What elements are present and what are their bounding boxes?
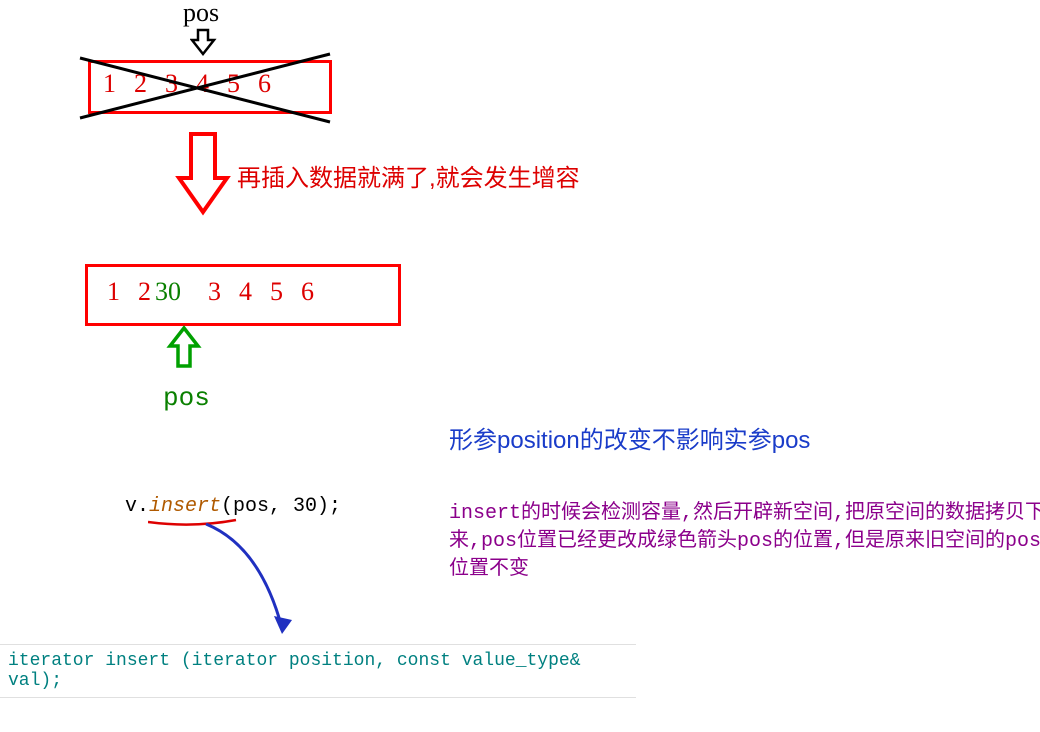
parameter-note: 形参position的改变不影响实参pos	[449, 420, 810, 455]
code-method: insert	[149, 495, 221, 518]
bottom-pos-label: pos	[163, 383, 210, 413]
code-call: v.insert(pos, 30);	[125, 495, 341, 518]
new-cell: 2	[129, 277, 153, 307]
sig-part: (iterator position,	[181, 651, 397, 671]
new-cell: 6	[292, 277, 323, 307]
new-cell: 3	[190, 277, 230, 307]
code-obj: v.	[125, 495, 149, 518]
explanation-text: insert的时候会检测容量,然后开辟新空间,把原空间的数据拷贝下来,pos位置…	[449, 500, 1040, 584]
top-pos-label: pos	[183, 0, 219, 28]
up-arrow-icon	[166, 324, 202, 372]
code-args: (pos, 30);	[221, 495, 341, 518]
curved-arrow-icon	[200, 516, 340, 646]
big-down-arrow-icon	[173, 130, 233, 220]
new-cell: 5	[261, 277, 292, 307]
capacity-annotation: 再插入数据就满了,就会发生增容	[237, 158, 580, 193]
sig-part: iterator insert	[8, 651, 181, 671]
inserted-cell: 30	[153, 277, 190, 307]
new-cell: 4	[230, 277, 261, 307]
sig-const: const	[397, 651, 451, 671]
new-cell: 1	[98, 277, 129, 307]
cross-out-icon	[70, 50, 350, 130]
signature-row: iterator insert (iterator position, cons…	[0, 644, 636, 698]
new-array: 1 2 30 3 4 5 6	[98, 264, 398, 320]
